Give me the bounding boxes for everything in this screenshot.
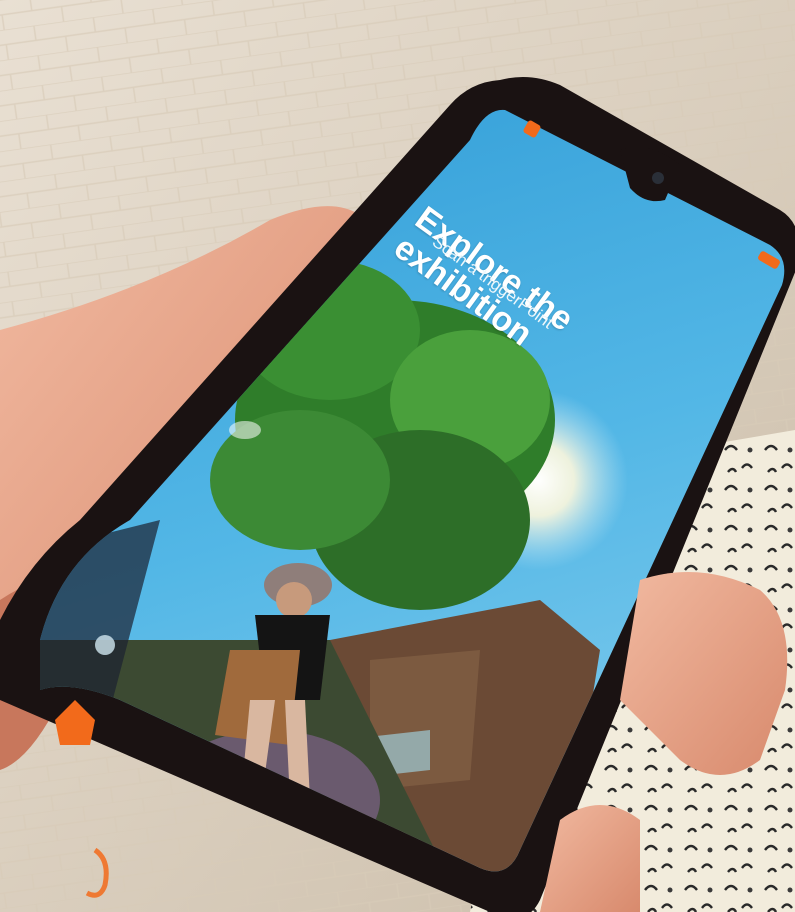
photo-scene xyxy=(0,0,795,912)
